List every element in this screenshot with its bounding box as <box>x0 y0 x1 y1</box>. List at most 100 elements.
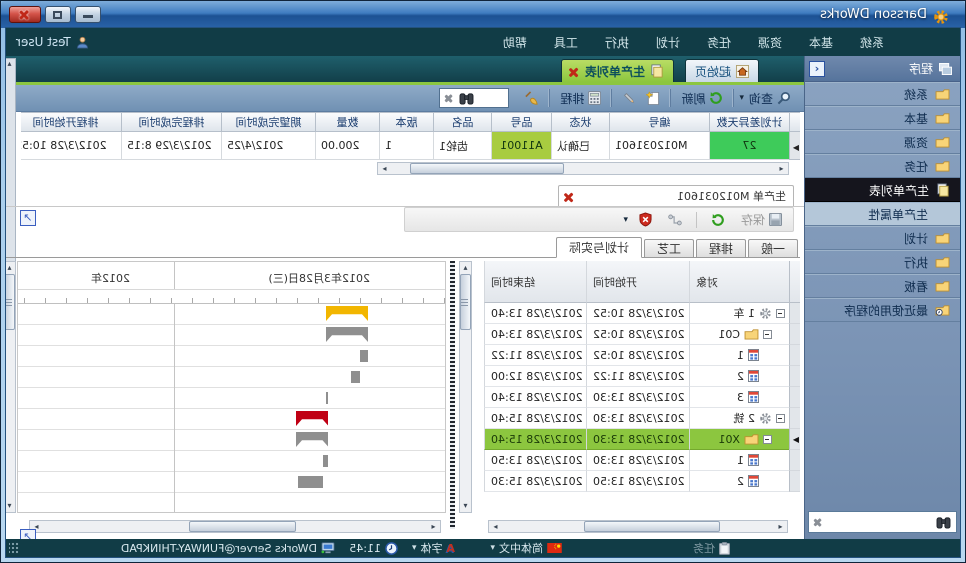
grid-col-header-1[interactable]: 编号 <box>609 113 709 132</box>
grid-cell-0[interactable]: 27 <box>709 132 789 160</box>
close-tab-icon[interactable] <box>571 67 580 76</box>
sidebar-item-1[interactable]: 基本 <box>805 106 960 130</box>
plan-table-vertical-scrollbar[interactable]: ▴▾ <box>459 261 472 513</box>
close-button[interactable] <box>9 6 41 23</box>
edit-button[interactable] <box>617 89 641 107</box>
grid-horizontal-scrollbar[interactable]: ◂ ▸ <box>377 162 789 175</box>
plan-table-horizontal-scrollbar[interactable]: ◂▸ <box>488 520 788 533</box>
new-button[interactable] <box>641 89 665 108</box>
workflow-button[interactable] <box>663 211 687 228</box>
detail-document-tab[interactable]: 生产单 M012031601 <box>558 185 794 206</box>
toolbar-search[interactable] <box>439 88 509 108</box>
grid-cell-3[interactable]: A11001 <box>491 132 551 160</box>
subtab-1[interactable]: 排程 <box>696 239 746 257</box>
float-panel-icon[interactable]: ↗ <box>20 210 36 226</box>
more-dropdown-icon[interactable]: ▾ <box>623 215 628 225</box>
gantt-bar-6[interactable] <box>296 432 329 447</box>
sidebar-search-input[interactable] <box>823 515 936 529</box>
gantt-bar-2[interactable] <box>361 350 369 362</box>
maximize-button[interactable] <box>45 6 71 23</box>
gantt-horizontal-scrollbar[interactable]: ◂▸ <box>29 520 441 533</box>
subtab-2[interactable]: 工艺 <box>644 239 694 257</box>
gantt-bar-0[interactable] <box>326 306 368 321</box>
gantt-bar-8[interactable] <box>299 476 324 488</box>
sidebar-item-6[interactable]: 计划 <box>805 226 960 250</box>
gantt-bar-3[interactable] <box>351 371 361 383</box>
plan-row-1[interactable]: C01 2012/3/28 10:52 2012/3/28 13:40 <box>473 324 800 345</box>
security-button[interactable] <box>634 210 657 229</box>
menu-item-2[interactable]: 资源 <box>752 31 788 54</box>
grid-cell-4[interactable]: 齿轮1 <box>433 132 491 160</box>
status-item-1[interactable]: 简体中文 ▾ <box>490 539 562 557</box>
plan-row-3[interactable]: 2 2012/3/28 11:22 2012/3/28 12:00 <box>473 366 800 387</box>
status-item-4[interactable]: DWorks Server@FUNWAY-THINKPAD <box>121 539 335 557</box>
close-detail-icon[interactable] <box>566 192 575 201</box>
detail-refresh-button[interactable] <box>706 211 730 229</box>
sidebar-item-3[interactable]: 任务 <box>805 154 960 178</box>
save-button[interactable]: 保存 <box>736 209 787 230</box>
menu-item-0[interactable]: 系统 <box>854 31 890 54</box>
plan-row-2[interactable]: 1 2012/3/28 10:52 2012/3/28 11:22 <box>473 345 800 366</box>
gantt-bar-1[interactable] <box>326 327 368 342</box>
doc-tab-0[interactable]: 起始页 <box>685 59 759 82</box>
grid-cell-5[interactable]: 1 <box>379 132 433 160</box>
grid-cell-9[interactable]: 2012/3/28 10:52 <box>21 132 121 160</box>
grid-col-header-2[interactable]: 状态 <box>551 113 609 132</box>
scroll-thumb[interactable] <box>410 163 564 174</box>
status-item-3[interactable]: 11:45 <box>349 539 398 557</box>
binoculars-icon[interactable] <box>936 516 951 529</box>
sidebar-item-8[interactable]: 看板 <box>805 274 960 298</box>
expander-icon[interactable] <box>763 435 772 444</box>
plan-row-7[interactable]: 1 2012/3/28 13:30 2012/3/28 13:50 <box>473 450 800 471</box>
scroll-right-icon[interactable]: ▸ <box>378 164 391 173</box>
subtab-3[interactable]: 计划与实际 <box>556 237 642 258</box>
menu-item-5[interactable]: 执行 <box>599 31 635 54</box>
gantt-bar-5[interactable] <box>296 411 329 426</box>
grid-cell-7[interactable]: 2012/4/25 <box>221 132 315 160</box>
binoculars-icon[interactable] <box>459 92 474 105</box>
query-dropdown-icon[interactable]: ▾ <box>739 93 744 103</box>
menu-item-7[interactable]: 帮助 <box>497 31 533 54</box>
gantt-fit-icon[interactable]: ↗ <box>20 529 36 539</box>
grid-cell-2[interactable]: 已确认 <box>551 132 609 160</box>
expander-icon[interactable] <box>763 330 772 339</box>
plan-row-8[interactable]: 2 2012/3/28 13:50 2012/3/28 15:30 <box>473 471 800 492</box>
scroll-left-icon[interactable]: ◂ <box>775 164 788 173</box>
plan-row-6[interactable]: ▶ X01 2012/3/28 13:30 2012/3/28 15:40 <box>473 429 800 450</box>
sidebar-item-7[interactable]: 执行 <box>805 250 960 274</box>
resize-grip[interactable] <box>9 542 19 554</box>
user-chip[interactable]: Test User <box>16 28 89 56</box>
plan-row-4[interactable]: 3 2012/3/28 13:30 2012/3/28 13:40 <box>473 387 800 408</box>
dropdown-icon[interactable]: ▾ <box>412 543 417 553</box>
sidebar-item-9[interactable]: 最近使用的程序 <box>805 298 960 322</box>
sidebar-collapse-button[interactable]: ‹ <box>809 61 825 77</box>
refresh-button[interactable]: 刷新 <box>676 88 728 109</box>
query-button[interactable]: 查询 <box>744 88 796 109</box>
grid-col-header-8[interactable]: 排程完成时间 <box>121 113 221 132</box>
clear-search-icon[interactable] <box>814 518 823 527</box>
sidebar-item-0[interactable]: 系统 <box>805 82 960 106</box>
expander-icon[interactable] <box>776 414 785 423</box>
sidebar-item-5[interactable]: 生产单属性 <box>805 202 960 226</box>
gantt-bar-7[interactable] <box>324 455 329 467</box>
grid-col-header-3[interactable]: 品号 <box>491 113 551 132</box>
menu-item-4[interactable]: 计划 <box>650 31 686 54</box>
splitter[interactable] <box>450 261 455 529</box>
grid-cell-1[interactable]: M012031601 <box>609 132 709 160</box>
schedule-button[interactable]: 排程 <box>555 88 606 109</box>
clean-button[interactable] <box>519 89 544 108</box>
menu-item-1[interactable]: 基本 <box>803 31 839 54</box>
gantt-vertical-scrollbar[interactable]: ▴▾ <box>6 261 16 513</box>
plan-row-0[interactable]: 1 车 2012/3/28 10:52 2012/3/28 13:40 <box>473 303 800 324</box>
grid-col-header-5[interactable]: 版本 <box>379 113 433 132</box>
grid-cell-6[interactable]: 200.00 <box>315 132 379 160</box>
grid-col-header-4[interactable]: 品名 <box>433 113 491 132</box>
grid-col-header-9[interactable]: 排程开始时间 <box>21 113 121 132</box>
doc-tab-1[interactable]: 生产单列表 <box>561 59 674 82</box>
dropdown-icon[interactable]: ▾ <box>490 543 495 553</box>
sidebar-item-2[interactable]: 资源 <box>805 130 960 154</box>
plan-row-5[interactable]: 2 铣 2012/3/28 13:30 2012/3/28 15:40 <box>473 408 800 429</box>
status-item-0[interactable]: 任务 <box>693 539 730 557</box>
menu-item-6[interactable]: 工具 <box>548 31 584 54</box>
grid-col-header-6[interactable]: 数量 <box>315 113 379 132</box>
